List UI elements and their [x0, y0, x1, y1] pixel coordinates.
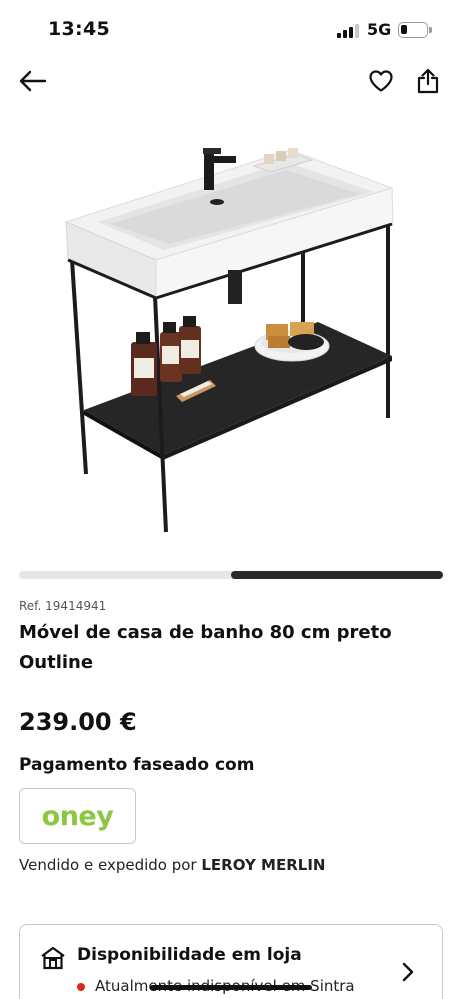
image-carousel-progress[interactable] [19, 571, 443, 579]
share-button[interactable] [411, 64, 445, 98]
arrow-left-icon [19, 70, 47, 92]
chevron-right-icon [402, 962, 414, 982]
cellular-signal-icon [337, 24, 359, 38]
seller-info: Vendido e expedido por LEROY MERLIN [19, 856, 325, 874]
availability-title: Disponibilidade em loja [77, 945, 302, 965]
product-image[interactable] [0, 110, 462, 550]
product-title: Móvel de casa de banho 80 cm preto Outli… [19, 622, 392, 673]
oney-payment-button[interactable]: oney [19, 788, 136, 844]
share-icon [417, 68, 439, 94]
status-bar: 13:45 5G [0, 0, 462, 56]
store-icon [41, 946, 65, 970]
favorite-button[interactable] [364, 64, 398, 98]
vanity-illustration [64, 148, 394, 533]
heart-icon [369, 70, 393, 92]
unavailable-status-dot [77, 983, 85, 991]
oney-logo: oney [41, 800, 114, 832]
status-time: 13:45 [48, 18, 110, 40]
installments-label: Pagamento faseado com [19, 755, 255, 775]
product-reference: Ref. 19414941 [19, 599, 107, 613]
home-indicator[interactable] [150, 985, 312, 990]
carousel-progress-fill [231, 571, 443, 579]
back-button[interactable] [16, 64, 50, 98]
battery-icon [398, 22, 432, 38]
seller-prefix: Vendido e expedido por [19, 856, 202, 874]
product-price: 239.00 € [19, 708, 137, 736]
network-type: 5G [367, 20, 392, 39]
seller-name: LEROY MERLIN [201, 856, 326, 874]
